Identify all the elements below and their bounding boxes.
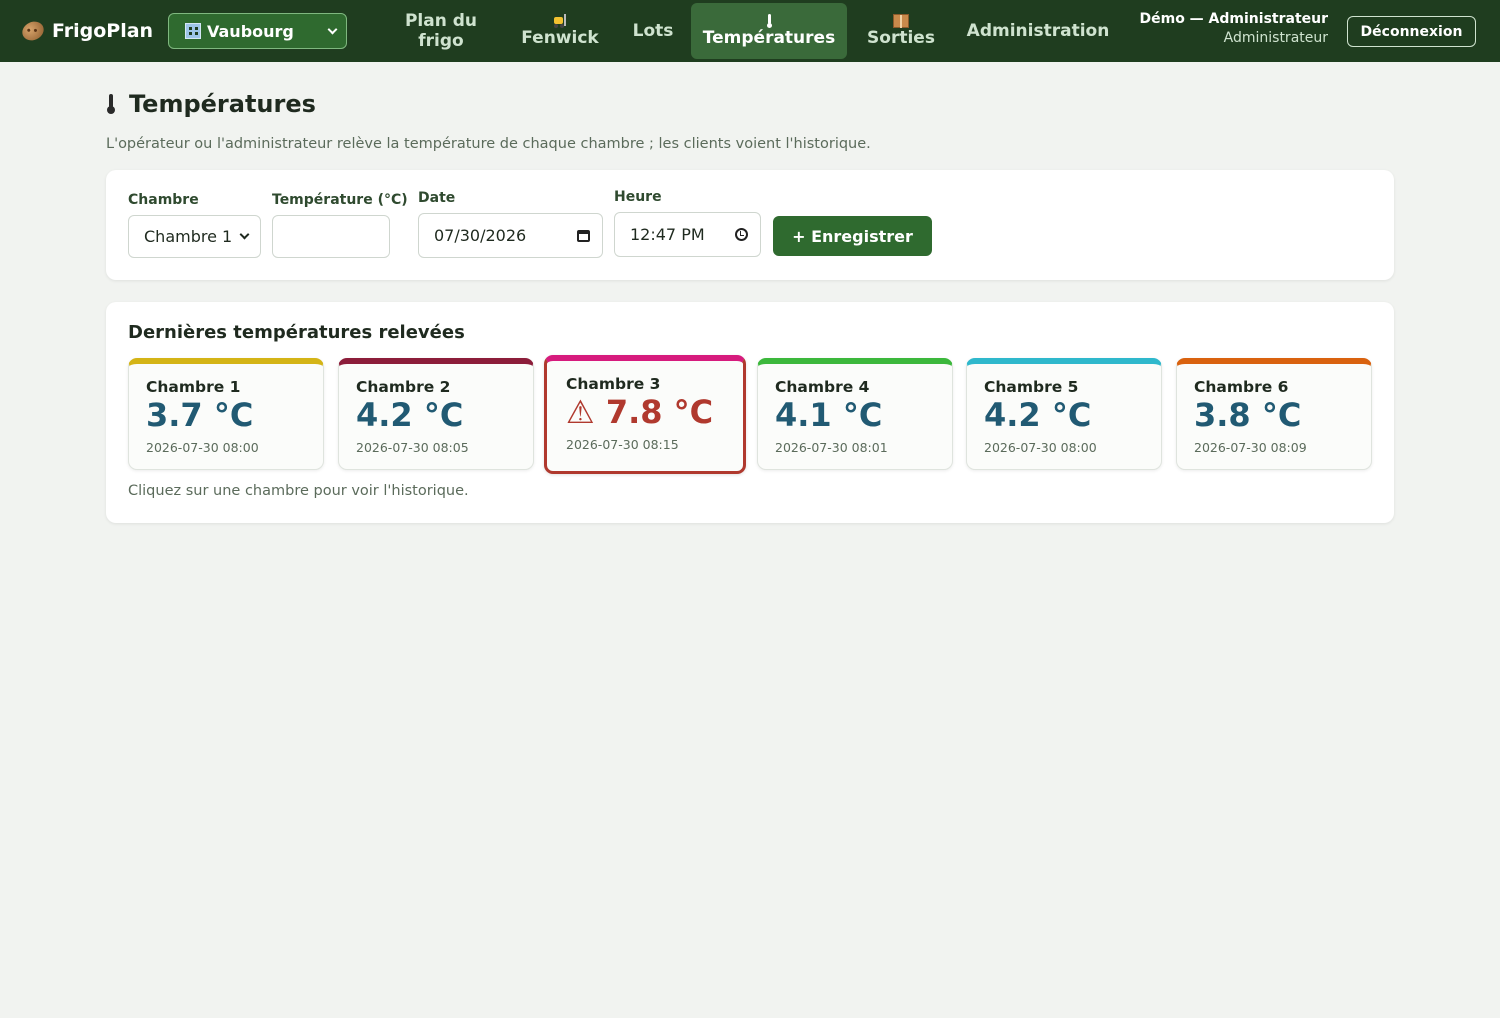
user-role: Administrateur [1223,30,1328,46]
room-temperature: 3.8 °C [1194,396,1302,434]
room-select[interactable]: Chambre 1 [128,215,261,258]
logout-button[interactable]: Déconnexion [1347,16,1476,47]
room-temperature: 3.7 °C [146,396,254,434]
brand[interactable]: FrigoPlan [19,17,154,45]
date-label: Date [418,190,456,206]
time-input-value: 12:47 PM [630,225,705,244]
nav-plan-label: Plan du frigo [404,11,478,51]
room-temperature: 4.2 °C [356,396,464,434]
nav-temperatures-label: Températures [702,28,836,48]
history-hint: Cliquez sur une chambre pour voir l'hist… [128,483,469,499]
thermometer-icon [766,14,772,28]
calendar-icon[interactable] [577,229,590,242]
temperature-input[interactable] [272,215,390,258]
room-select-value: Chambre 1 [144,227,233,246]
nav-lots-label: Lots [632,21,674,41]
time-label: Heure [614,189,662,205]
user-info: Démo — Administrateur Administrateur [1139,10,1328,48]
room-timestamp: 2026-07-30 08:01 [775,440,888,455]
room-card-6[interactable]: Chambre 6 3.8 °C 2026-07-30 08:09 [1176,358,1372,470]
potato-logo-icon [19,18,47,44]
room-name: Chambre 6 [1194,378,1289,396]
site-select-value: Vaubourg [207,21,294,41]
user-name: Démo — Administrateur [1139,11,1328,27]
room-name: Chambre 2 [356,378,451,396]
room-name: Chambre 4 [775,378,870,396]
chevron-down-icon [327,24,338,34]
room-timestamp: 2026-07-30 08:00 [146,440,259,455]
room-label: Chambre [128,192,199,208]
room-temperature: 4.2 °C [984,396,1092,434]
nav-sorties-label: Sorties [867,28,935,48]
nav-administration-label: Administration [966,21,1110,41]
page-subtitle: L'opérateur ou l'administrateur relève l… [106,136,871,152]
date-input[interactable]: 07/30/2026 [418,213,603,258]
package-icon [893,14,909,28]
date-input-value: 07/30/2026 [434,226,527,245]
nav-administration[interactable]: Administration [958,3,1118,59]
page-title-text: Températures [129,90,316,118]
save-button[interactable]: + Enregistrer [773,216,932,256]
site-select[interactable]: Vaubourg [168,13,347,49]
room-temperature: 4.1 °C [775,396,883,434]
latest-readings-title: Dernières températures relevées [128,322,465,343]
clock-icon[interactable] [735,228,748,241]
room-card-4[interactable]: Chambre 4 4.1 °C 2026-07-30 08:01 [757,358,953,470]
room-name: Chambre 5 [984,378,1079,396]
nav-temperatures[interactable]: Températures [691,3,847,59]
room-timestamp: 2026-07-30 08:00 [984,440,1097,455]
room-timestamp: 2026-07-30 08:09 [1194,440,1307,455]
nav-lots[interactable]: Lots [622,3,684,59]
room-card-1[interactable]: Chambre 1 3.7 °C 2026-07-30 08:00 [128,358,324,470]
temperature-label: Température (°C) [272,192,408,208]
room-temperature-alert: ⚠ 7.8 °C [566,393,714,431]
room-timestamp: 2026-07-30 08:15 [566,437,679,452]
nav-sorties[interactable]: Sorties [858,3,944,59]
thermometer-icon [107,94,115,114]
room-name: Chambre 1 [146,378,241,396]
room-card-5[interactable]: Chambre 5 4.2 °C 2026-07-30 08:00 [966,358,1162,470]
top-navbar: FrigoPlan Vaubourg Plan du frigo Fenwick… [0,0,1500,62]
app-name: FrigoPlan [52,20,154,42]
room-card-2[interactable]: Chambre 2 4.2 °C 2026-07-30 08:05 [338,358,534,470]
forklift-icon [552,14,568,28]
room-card-3[interactable]: Chambre 3 ⚠ 7.8 °C 2026-07-30 08:15 [544,355,746,474]
chevron-down-icon [239,229,250,240]
nav-fenwick-label: Fenwick [521,28,599,48]
page-title: Températures [107,90,316,118]
building-icon [185,23,201,39]
room-name: Chambre 3 [566,375,661,393]
nav-plan-du-frigo[interactable]: Plan du frigo [392,3,490,59]
room-timestamp: 2026-07-30 08:05 [356,440,469,455]
time-input[interactable]: 12:47 PM [614,212,761,257]
nav-fenwick[interactable]: Fenwick [510,3,610,59]
